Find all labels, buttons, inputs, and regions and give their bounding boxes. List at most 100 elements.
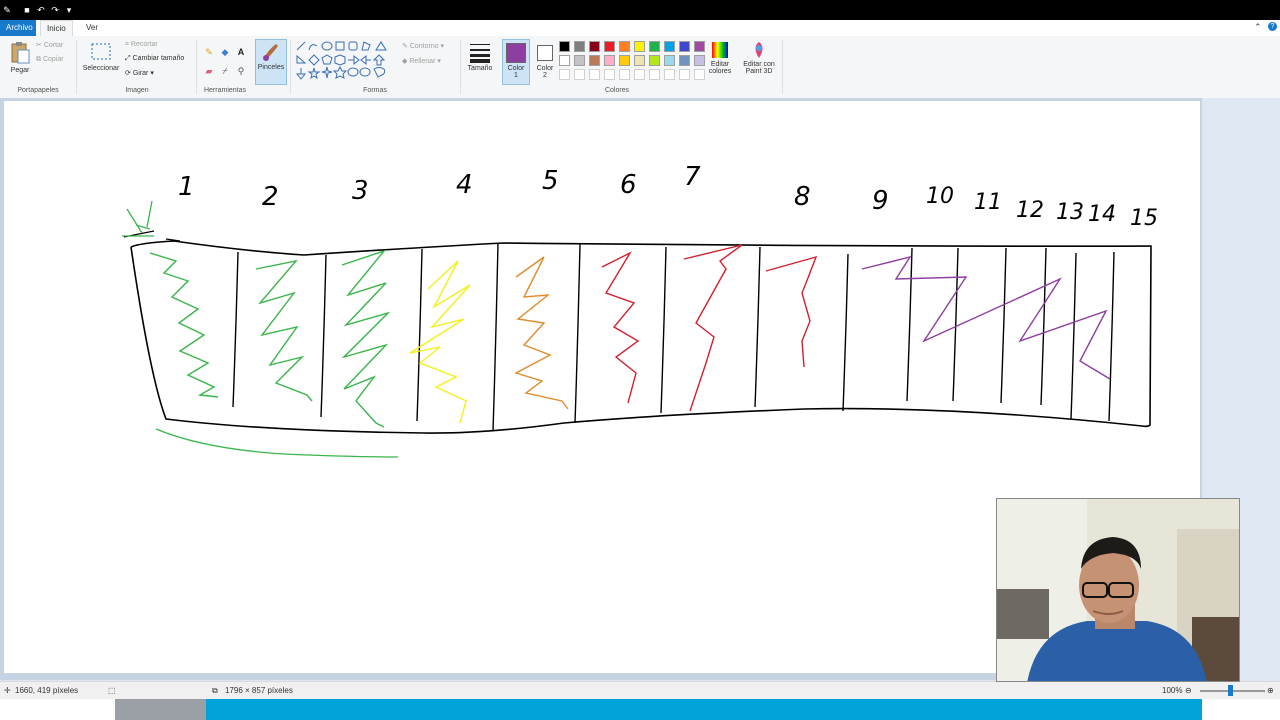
tab-view[interactable]: Ver [80, 20, 104, 36]
shapes-gallery[interactable] [296, 41, 396, 81]
palette-swatch[interactable] [649, 41, 660, 52]
palette-swatch[interactable] [574, 41, 585, 52]
cell-divider [416, 248, 423, 422]
palette-swatch[interactable] [604, 55, 615, 66]
title-bar: ✎ ■ ↶ ↷ ▾ [0, 0, 1280, 20]
eraser-icon[interactable]: ▰ [203, 65, 215, 77]
palette-swatch[interactable] [604, 41, 615, 52]
outline-label: Contorno [409, 43, 439, 50]
rotate-button[interactable]: ⟳ Girar ▾ [125, 69, 154, 77]
zigzag-orange-5 [514, 256, 569, 410]
brush-icon [263, 44, 278, 61]
zoom-in-icon[interactable]: ⊕ [1267, 682, 1274, 700]
resize-button[interactable]: ⤢ Cambiar tamaño [125, 55, 184, 63]
palette-swatch[interactable] [664, 55, 675, 66]
palette-custom-slot[interactable] [664, 69, 675, 80]
clipboard-group-label: Portapapeles [17, 87, 59, 94]
palette-custom-slot[interactable] [589, 69, 600, 80]
canvas-dimensions: 1796 × 857 píxeles [225, 686, 293, 695]
green-underline [155, 428, 399, 458]
palette-swatch[interactable] [589, 41, 600, 52]
selection-size-icon: ⬚ [108, 686, 116, 695]
cut-button[interactable]: ✂ Cortar [36, 41, 63, 49]
palette-custom-slot[interactable] [574, 69, 585, 80]
color2-button[interactable]: Color 2 [531, 39, 559, 85]
zoom-out-icon[interactable]: ⊖ [1185, 682, 1192, 700]
edit-colors-button[interactable]: Editar colores [704, 40, 736, 86]
edit-colors-label-line2: colores [708, 68, 732, 75]
palette-swatch[interactable] [574, 55, 585, 66]
fill-button[interactable]: ◆ Rellenar ▾ [402, 57, 441, 65]
paint-app-icon: ✎ [3, 5, 11, 15]
cell-divider [1108, 251, 1115, 422]
palette-swatch[interactable] [634, 55, 645, 66]
cell-number: 13 [1056, 200, 1084, 225]
divider [782, 40, 783, 94]
palette-swatch[interactable] [664, 41, 675, 52]
palette-custom-slot[interactable] [679, 69, 690, 80]
tab-file[interactable]: Archivo [0, 20, 36, 36]
palette-custom-slot[interactable] [604, 69, 615, 80]
palette-swatch[interactable] [619, 55, 630, 66]
fill-label: Rellenar [409, 58, 436, 65]
cell-number: 12 [1016, 198, 1044, 223]
palette-swatch[interactable] [619, 41, 630, 52]
palette-swatch[interactable] [679, 41, 690, 52]
cell-divider [320, 254, 327, 418]
color-picker-icon[interactable]: ⌿ [219, 65, 231, 77]
cell-divider [574, 243, 581, 424]
divider [196, 40, 197, 94]
palette-custom-slot[interactable] [649, 69, 660, 80]
text-tool-icon[interactable]: A [235, 46, 247, 58]
status-bar: ✛ 1660, 419 píxeles ⬚ ⧉ 1796 × 857 píxel… [0, 681, 1280, 700]
cell-number: 9 [872, 186, 889, 216]
copy-button[interactable]: ⧉ Copiar [36, 56, 64, 64]
color1-button[interactable]: Color 1 [502, 39, 530, 85]
magnifier-icon[interactable]: ⚲ [235, 65, 247, 77]
palette-custom-slot[interactable] [634, 69, 645, 80]
outline-button[interactable]: ✎ Contorno ▾ [402, 42, 444, 50]
undo-icon[interactable]: ↶ [36, 5, 46, 15]
minimize-ribbon-icon[interactable]: ⌃ [1254, 22, 1262, 33]
help-icon[interactable]: ? [1268, 22, 1277, 31]
palette-swatch[interactable] [559, 41, 570, 52]
cursor-position: 1660, 419 píxeles [15, 686, 79, 695]
paint3d-label-line1: Editar con [743, 61, 775, 68]
save-icon[interactable]: ■ [22, 5, 32, 15]
palette-swatch[interactable] [634, 41, 645, 52]
presenter-video [997, 499, 1239, 681]
resize-label: Cambiar tamaño [132, 55, 185, 62]
cell-divider [842, 253, 849, 412]
taskbar-window-thumbnail[interactable] [115, 699, 206, 720]
palette-swatch[interactable] [679, 55, 690, 66]
size-label: Tamaño [467, 65, 493, 72]
crop-button[interactable]: ⌗ Recortar [125, 41, 158, 49]
redo-icon[interactable]: ↷ [50, 5, 60, 15]
zoom-slider[interactable] [1200, 685, 1265, 696]
taskbar-active-strip [206, 699, 1202, 720]
palette-swatch[interactable] [589, 55, 600, 66]
select-label: Seleccionar [82, 65, 120, 72]
select-button[interactable]: Seleccionar [80, 40, 122, 84]
cell-divider [1070, 252, 1077, 420]
cursor-position-icon: ✛ [4, 686, 11, 695]
pencil-icon[interactable]: ✎ [203, 46, 215, 58]
shapes-group-label: Formas [363, 87, 387, 94]
brushes-button[interactable]: Pinceles [255, 39, 287, 85]
fill-bucket-icon[interactable]: ◆ [219, 46, 231, 58]
tab-home[interactable]: Inicio [40, 20, 73, 37]
cell-number: 7 [684, 162, 701, 192]
edit-with-paint3d-button[interactable]: Editar con Paint 3D [738, 40, 780, 86]
palette-swatch[interactable] [559, 55, 570, 66]
tools-group-label: Herramientas [203, 87, 246, 94]
zoom-slider-thumb[interactable] [1228, 685, 1233, 696]
palette-custom-slot[interactable] [619, 69, 630, 80]
zigzag-red-6 [601, 251, 640, 404]
paste-button[interactable]: Pegar [6, 40, 34, 84]
palette-swatch[interactable] [649, 55, 660, 66]
cell-number: 8 [794, 182, 811, 212]
palette-custom-slot[interactable] [559, 69, 570, 80]
size-button[interactable]: Tamaño [464, 40, 496, 86]
cell-number: 14 [1088, 202, 1116, 227]
customize-qat-icon[interactable]: ▾ [64, 5, 74, 15]
